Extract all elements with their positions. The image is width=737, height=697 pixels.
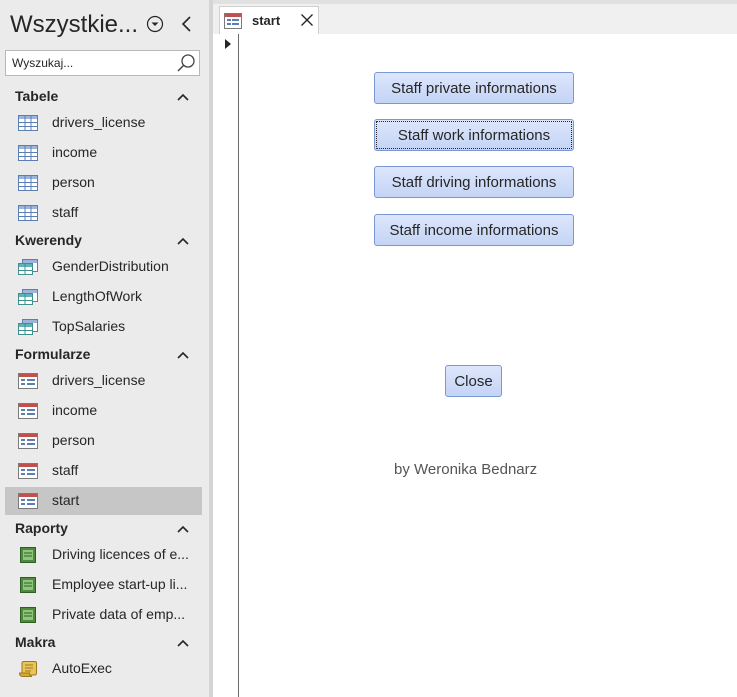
nav-item-table-person[interactable]: person: [5, 169, 202, 197]
nav-item-label: staff: [52, 204, 79, 220]
nav-item-form-staff[interactable]: staff: [5, 457, 202, 485]
nav-item-label: Employee start-up li...: [52, 576, 188, 592]
group-label: Raporty: [15, 520, 68, 536]
chevron-up-icon[interactable]: [176, 522, 190, 534]
staff-income-informations-button[interactable]: Staff income informations: [374, 214, 574, 246]
record-selector[interactable]: [220, 34, 239, 697]
table-icon: [18, 175, 38, 191]
form-icon: [18, 433, 38, 449]
nav-item-form-drivers-license[interactable]: drivers_license: [5, 367, 202, 395]
nav-item-label: drivers_license: [52, 372, 146, 388]
nav-item-table-drivers-license[interactable]: drivers_license: [5, 109, 202, 137]
nav-item-label: income: [52, 402, 98, 418]
nav-item-report-employee-start-up[interactable]: Employee start-up li...: [5, 571, 202, 599]
chevron-up-icon[interactable]: [176, 348, 190, 360]
current-record-arrow-icon: [225, 39, 231, 49]
navigation-search-box[interactable]: [5, 50, 200, 76]
nav-item-form-start[interactable]: start: [5, 487, 202, 515]
navigation-pane-title[interactable]: Wszystkie...: [10, 11, 138, 39]
tab-start[interactable]: start: [219, 6, 319, 34]
table-icon: [18, 115, 38, 131]
nav-item-label: Driving licences of e...: [52, 546, 189, 562]
nav-item-label: start: [52, 492, 80, 508]
nav-item-table-income[interactable]: income: [5, 139, 202, 167]
search-input[interactable]: [12, 54, 172, 72]
group-label: Makra: [15, 634, 56, 650]
nav-item-report-private-data[interactable]: Private data of emp...: [5, 601, 202, 629]
group-header-macros[interactable]: Makra: [0, 632, 209, 654]
nav-item-label: AutoExec: [52, 660, 112, 676]
group-label: Tabele: [15, 88, 59, 104]
close-button[interactable]: Close: [445, 365, 502, 397]
nav-item-label: income: [52, 144, 98, 160]
chevron-up-icon[interactable]: [176, 90, 190, 102]
nav-item-label: LengthOfWork: [52, 288, 143, 304]
nav-item-query-top-salaries[interactable]: TopSalaries: [5, 313, 202, 341]
collapse-pane-chevron-left-icon[interactable]: [178, 14, 196, 34]
form-icon: [224, 13, 242, 29]
form-body: Staff private informations Staff work in…: [213, 34, 737, 697]
nav-item-table-staff[interactable]: staff: [5, 199, 202, 227]
report-icon: [18, 547, 38, 563]
staff-private-informations-button[interactable]: Staff private informations: [374, 72, 574, 104]
staff-driving-informations-button[interactable]: Staff driving informations: [374, 166, 574, 198]
search-icon[interactable]: [176, 53, 196, 73]
tab-label: start: [252, 13, 281, 28]
chevron-up-icon[interactable]: [176, 234, 190, 246]
nav-item-label: Private data of emp...: [52, 606, 186, 622]
navigation-menu-dropdown-icon[interactable]: [146, 15, 164, 33]
group-header-tables[interactable]: Tabele: [0, 86, 209, 108]
nav-item-label: staff: [52, 462, 79, 478]
query-icon: [18, 289, 38, 305]
nav-item-label: TopSalaries: [52, 318, 126, 334]
group-header-reports[interactable]: Raporty: [0, 518, 209, 540]
table-icon: [18, 145, 38, 161]
nav-item-label: person: [52, 432, 95, 448]
form-icon: [18, 403, 38, 419]
document-tab-strip: start: [213, 0, 737, 34]
query-icon: [18, 259, 38, 275]
nav-item-report-driving-licences[interactable]: Driving licences of e...: [5, 541, 202, 569]
staff-work-informations-button[interactable]: Staff work informations: [374, 119, 574, 151]
nav-item-label: GenderDistribution: [52, 258, 169, 274]
nav-item-label: drivers_license: [52, 114, 146, 130]
form-icon: [18, 373, 38, 389]
nav-item-form-income[interactable]: income: [5, 397, 202, 425]
form-icon: [18, 493, 38, 509]
nav-item-form-person[interactable]: person: [5, 427, 202, 455]
macro-scroll-icon: [18, 661, 38, 677]
navigation-pane-header: Wszystkie...: [0, 0, 209, 48]
report-icon: [18, 577, 38, 593]
close-icon[interactable]: [299, 12, 315, 28]
form-icon: [18, 463, 38, 479]
group-label: Kwerendy: [15, 232, 82, 248]
group-header-queries[interactable]: Kwerendy: [0, 230, 209, 252]
group-header-forms[interactable]: Formularze: [0, 344, 209, 366]
query-icon: [18, 319, 38, 335]
nav-item-query-gender-distribution[interactable]: GenderDistribution: [5, 253, 202, 281]
nav-item-macro-autoexec[interactable]: AutoExec: [5, 655, 202, 683]
report-icon: [18, 607, 38, 623]
table-icon: [18, 205, 38, 221]
chevron-up-icon[interactable]: [176, 636, 190, 648]
group-label: Formularze: [15, 346, 91, 362]
author-credit-text: by Weronika Bednarz: [394, 461, 538, 478]
nav-item-query-length-of-work[interactable]: LengthOfWork: [5, 283, 202, 311]
navigation-pane: Wszystkie... Tabele: [0, 0, 209, 697]
nav-item-label: person: [52, 174, 95, 190]
